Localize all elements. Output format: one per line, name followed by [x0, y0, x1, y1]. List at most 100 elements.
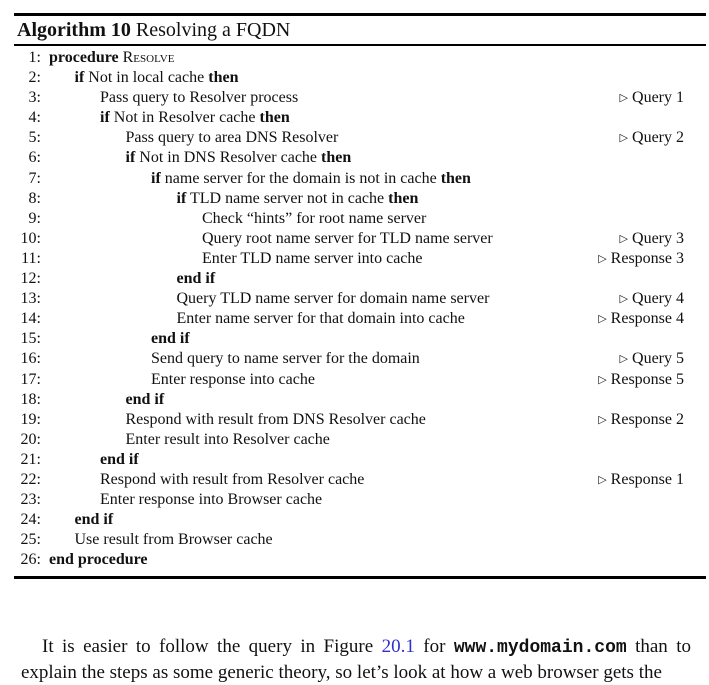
- line-number: 20:: [20, 430, 41, 448]
- statement-text: TLD name server not in cache: [186, 189, 389, 207]
- line-code: Enter response into cache: [151, 370, 315, 390]
- line-comment: ▷ Query 3: [620, 229, 684, 249]
- comment-text: Query 3: [632, 229, 684, 247]
- line-number: 23:: [20, 491, 41, 509]
- algorithm-body: 1: procedure Resolve 2: if Not in local cac…: [14, 46, 706, 576]
- line-number: 21:: [20, 450, 41, 468]
- keyword: end if: [176, 270, 216, 288]
- line-code: end procedure: [49, 550, 148, 570]
- line-code: end if: [177, 269, 216, 289]
- comment-triangle-icon: ▷: [619, 292, 629, 306]
- comment-triangle-icon: ▷: [598, 251, 607, 265]
- comment-triangle-icon: ▷: [598, 412, 607, 426]
- line-code: Pass query to area DNS Resolver: [126, 128, 339, 148]
- paragraph-text: It is easier to follow the query in Figu…: [42, 636, 382, 657]
- algorithm-line: 26: end procedure: [14, 550, 706, 570]
- statement-text: Respond with result from Resolver cache: [100, 470, 365, 488]
- comment-triangle-icon: ▷: [619, 91, 629, 105]
- algorithm-line: 16: Send query to name server for the dom…: [14, 349, 706, 369]
- keyword: if: [125, 149, 136, 167]
- algorithm-line: 17: Enter response into cache ▷ Response 5: [14, 370, 706, 390]
- line-code: Pass query to Resolver process: [100, 88, 298, 108]
- statement-text: Send query to name server for the domain: [151, 350, 420, 368]
- line-number: 3:: [28, 89, 41, 107]
- keyword: end if: [125, 390, 165, 408]
- figure-reference-link[interactable]: 20.1: [382, 636, 415, 657]
- algorithm-line: 25: Use result from Browser cache: [14, 530, 706, 550]
- algorithm-line: 6: if Not in DNS Resolver cache then: [14, 148, 706, 168]
- line-number: 22:: [20, 470, 41, 488]
- algorithm-line: 21: end if: [14, 450, 706, 470]
- comment-triangle-icon: ▷: [619, 131, 629, 145]
- keyword: then: [440, 169, 471, 187]
- keyword: then: [208, 69, 239, 87]
- line-comment: ▷ Response 2: [598, 410, 684, 430]
- statement-text: Not in local cache: [84, 69, 209, 87]
- line-code: Respond with result from Resolver cache: [100, 470, 364, 490]
- comment-text: Query 4: [632, 290, 684, 308]
- statement-text: Pass query to area DNS Resolver: [125, 129, 339, 147]
- line-code: Send query to name server for the domain: [151, 349, 420, 369]
- algorithm-line: 20: Enter result into Resolver cache: [14, 430, 706, 450]
- line-number: 7:: [28, 169, 41, 187]
- line-code: Check “hints” for root name server: [202, 209, 426, 229]
- statement-text: Enter result into Resolver cache: [125, 430, 330, 448]
- line-comment: ▷ Query 1: [620, 88, 684, 108]
- line-code: if name server for the domain is not in …: [151, 169, 471, 189]
- algorithm-line: 1: procedure Resolve: [14, 48, 706, 68]
- line-code: Use result from Browser cache: [75, 530, 273, 550]
- line-comment: ▷ Query 2: [620, 128, 684, 148]
- line-number: 18:: [20, 390, 41, 408]
- line-number: 19:: [20, 410, 41, 428]
- algorithm-title: Resolving a FQDN: [135, 19, 291, 41]
- line-comment: ▷ Response 1: [598, 470, 684, 490]
- line-code: Enter response into Browser cache: [100, 490, 322, 510]
- algorithm-line: 18: end if: [14, 390, 706, 410]
- algorithm-line: 4: if Not in Resolver cache then: [14, 108, 706, 128]
- algorithm-block: Algorithm 10 Resolving a FQDN 1: procedur…: [14, 13, 706, 580]
- line-code: end if: [151, 329, 190, 349]
- statement-text: Use result from Browser cache: [74, 531, 273, 549]
- statement-text: Enter TLD name server into cache: [202, 249, 423, 267]
- line-number: 17:: [20, 370, 41, 388]
- statement-text: Respond with result from DNS Resolver ca…: [125, 410, 426, 428]
- line-number: 26:: [20, 551, 41, 569]
- line-number: 25:: [20, 531, 41, 549]
- statement-text: Query root name server for TLD name serv…: [202, 229, 493, 247]
- line-code: Query TLD name server for domain name se…: [177, 289, 490, 309]
- keyword: then: [388, 189, 419, 207]
- line-comment: ▷ Response 4: [598, 309, 684, 329]
- comment-text: Response 5: [610, 370, 684, 388]
- algorithm-line: 5: Pass query to area DNS Resolver ▷ Query …: [14, 128, 706, 148]
- line-number: 12:: [20, 270, 41, 288]
- line-code: if TLD name server not in cache then: [177, 189, 419, 209]
- line-number: 1:: [28, 49, 41, 66]
- comment-triangle-icon: ▷: [619, 231, 629, 245]
- keyword: then: [321, 149, 352, 167]
- algorithm-line: 7: if name server for the domain is not i…: [14, 169, 706, 189]
- statement-text: Query TLD name server for domain name se…: [176, 290, 490, 308]
- line-comment: ▷ Query 5: [620, 349, 684, 369]
- keyword: if: [74, 69, 85, 87]
- comment-triangle-icon: ▷: [598, 472, 607, 486]
- algorithm-caption: Algorithm 10 Resolving a FQDN: [14, 16, 706, 44]
- algorithm-line: 12: end if: [14, 269, 706, 289]
- domain-code: www.mydomain.com: [453, 638, 627, 658]
- line-number: 2:: [28, 69, 41, 87]
- line-number: 4:: [28, 109, 41, 127]
- algorithm-line: 11: Enter TLD name server into cache ▷ Resp…: [14, 249, 706, 269]
- keyword: procedure: [49, 49, 119, 66]
- statement-text: Pass query to Resolver process: [100, 89, 299, 107]
- algorithm-label: Algorithm 10: [17, 19, 131, 41]
- line-code: Enter name server for that domain into c…: [177, 309, 465, 329]
- comment-text: Query 5: [632, 350, 684, 368]
- line-code: if Not in Resolver cache then: [100, 108, 290, 128]
- line-code: end if: [126, 390, 165, 410]
- comment-text: Query 2: [632, 129, 684, 147]
- algorithm-line: 24: end if: [14, 510, 706, 530]
- line-code: Enter result into Resolver cache: [126, 430, 330, 450]
- algorithm-line: 3: Pass query to Resolver process ▷ Query 1: [14, 88, 706, 108]
- line-number: 11:: [21, 249, 41, 267]
- line-number: 5:: [28, 129, 41, 147]
- algorithm-line: 8: if TLD name server not in cache then: [14, 189, 706, 209]
